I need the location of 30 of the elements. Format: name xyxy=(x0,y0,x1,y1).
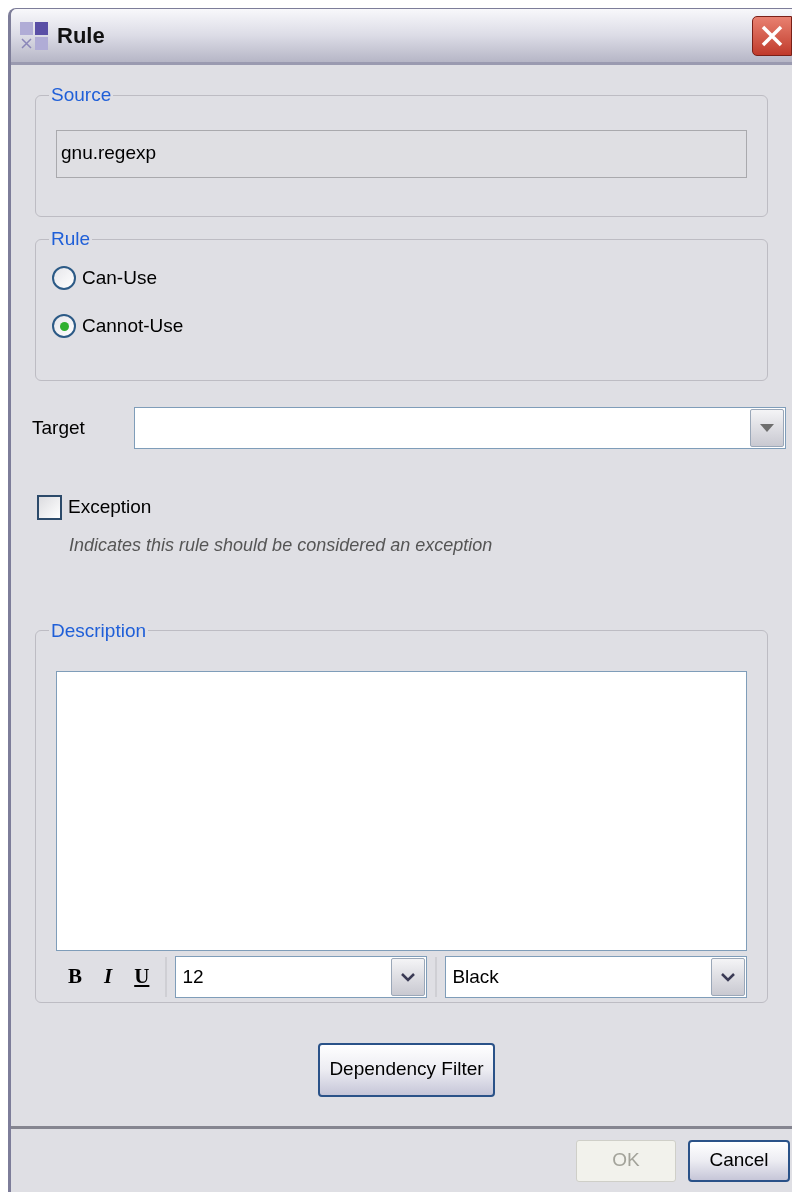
caret-icon xyxy=(721,972,735,982)
radio-option[interactable]: Can-Use xyxy=(52,263,747,292)
group-title: Rule xyxy=(50,227,92,251)
app-icon xyxy=(19,20,49,51)
dependency-filter-button[interactable]: Dependency Filter xyxy=(318,1042,495,1097)
radio-option[interactable]: Cannot-Use xyxy=(52,312,747,341)
dropdown-button[interactable] xyxy=(711,958,745,996)
radio-button[interactable] xyxy=(52,314,76,339)
close-button[interactable] xyxy=(752,15,792,56)
source-field[interactable]: gnu.regexp xyxy=(56,129,747,178)
dialog-button[interactable]: Cancel xyxy=(688,1139,790,1182)
close-icon xyxy=(760,23,784,48)
checkbox[interactable] xyxy=(37,494,62,520)
format-button[interactable]: B xyxy=(68,961,82,993)
caret-icon xyxy=(760,424,774,432)
format-button[interactable]: U xyxy=(134,961,150,993)
dropdown-button[interactable] xyxy=(750,409,784,447)
color-dropdown[interactable]: Black xyxy=(445,956,747,998)
radio-button[interactable] xyxy=(52,265,76,290)
group-title: Description xyxy=(50,618,148,643)
target-label: Target xyxy=(32,415,86,440)
dropdown-button[interactable] xyxy=(391,958,426,996)
hint-text: Indicates this rule should be considered an exception xyxy=(69,533,494,557)
group-title: Source xyxy=(50,83,113,107)
format-button[interactable]: I xyxy=(104,961,113,993)
target-dropdown[interactable] xyxy=(134,407,786,449)
window-title: Rule xyxy=(57,22,105,50)
caret-icon xyxy=(401,972,416,982)
size-dropdown[interactable]: 12 xyxy=(175,956,428,998)
exception-checkbox[interactable]: Exception xyxy=(37,493,792,522)
